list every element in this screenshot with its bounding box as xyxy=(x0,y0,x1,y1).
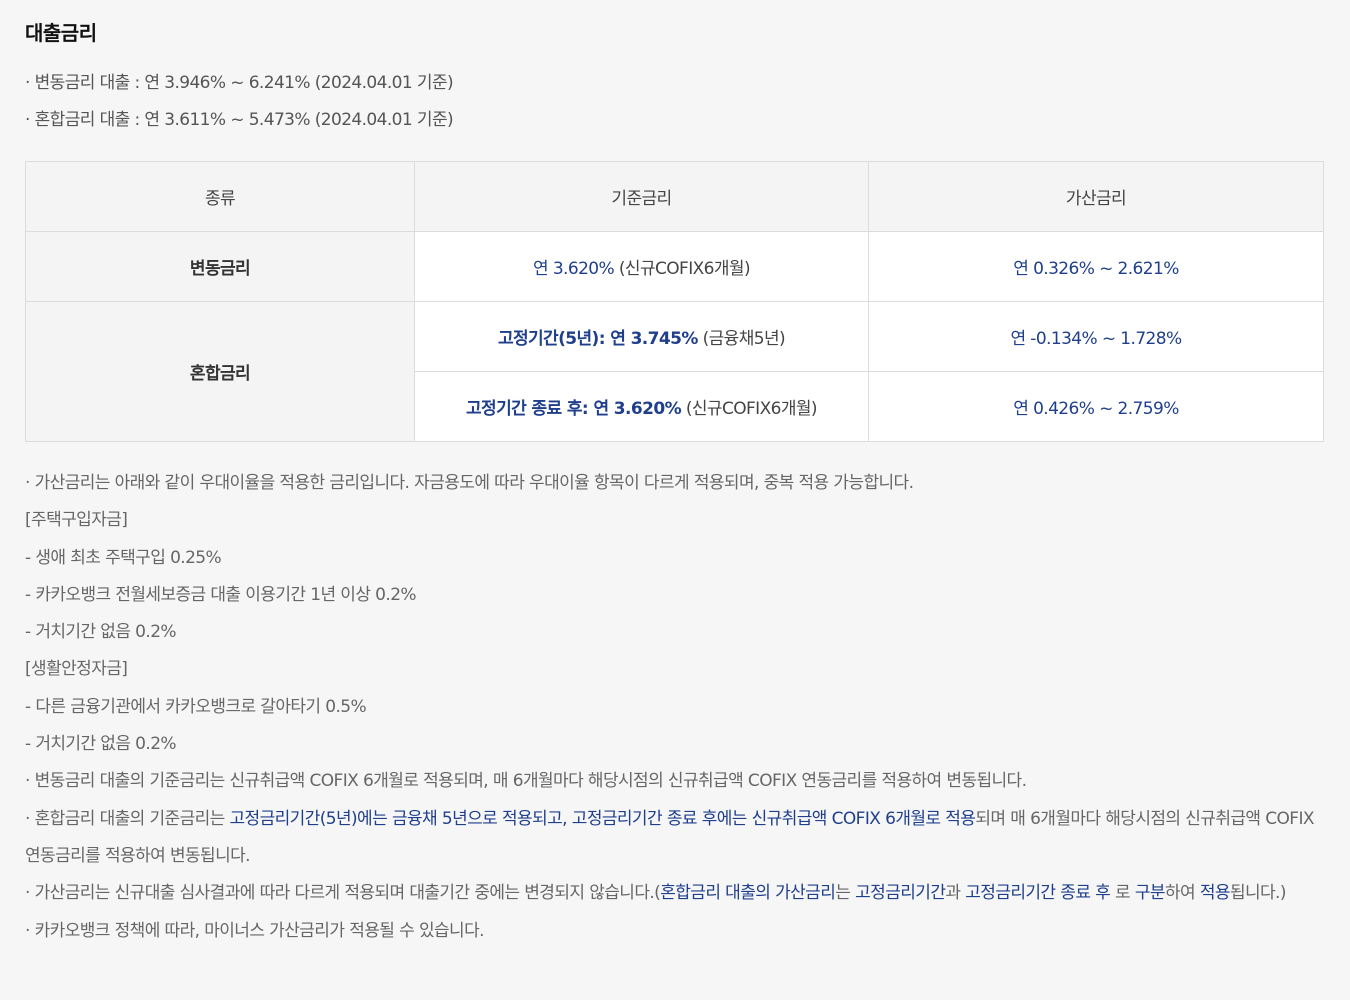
note-highlight: 구분 xyxy=(1134,883,1166,904)
mixed-after-note: (신규COFIX6개월) xyxy=(685,399,818,419)
summary-floating-rate: · 변동금리 대출 : 연 3.946% ~ 6.241% (2024.04.0… xyxy=(25,73,454,93)
row-label-mixed: 혼합금리 xyxy=(25,301,415,442)
mixed-after-rate: 고정기간 종료 후: 연 3.620% xyxy=(466,399,682,419)
note-living-item: - 거치기간 없음 0.2% xyxy=(25,734,177,755)
note-text: 됩니다.) xyxy=(1229,883,1287,904)
note-mixed-base-highlight: 고정금리기간(5년)에는 금융채 5년으로 적용되고, 고정금리기간 종료 후에… xyxy=(229,808,976,829)
floating-base-rate: 연 3.620% xyxy=(532,259,615,279)
note-living-header: [생활안정자금] xyxy=(25,659,128,680)
mixed-fixed-spread-cell: 연 -0.134% ~ 1.728% xyxy=(868,301,1324,372)
mixed-fixed-spread: 연 -0.134% ~ 1.728% xyxy=(1010,329,1182,349)
mixed-fixed-rate: 고정기간(5년): 연 3.745% xyxy=(497,329,698,349)
table-header-row: 종류 기준금리 가산금리 xyxy=(25,161,1324,232)
note-highlight: 적용 xyxy=(1199,883,1231,904)
note-spread-fixed: · 가산금리는 신규대출 심사결과에 따라 다르게 적용되며 대출기간 중에는 … xyxy=(25,875,1323,912)
rate-table: 종류 기준금리 가산금리 변동금리 연 3.620% (신규COFIX6개월) … xyxy=(25,161,1324,442)
floating-base-note: (신규COFIX6개월) xyxy=(618,259,751,279)
table-row-mixed-fixed: 혼합금리 고정기간(5년): 연 3.745% (금융채5년) 연 -0.134… xyxy=(25,301,1324,442)
note-housing-item: - 카카오뱅크 전월세보증금 대출 이용기간 1년 이상 0.2% xyxy=(25,584,417,605)
note-mixed-base: · 혼합금리 대출의 기준금리는 고정금리기간(5년)에는 금융채 5년으로 적… xyxy=(25,801,1323,876)
note-housing-item: - 생애 최초 주택구입 0.25% xyxy=(25,547,222,568)
note-highlight: 고정금리기간 xyxy=(855,883,946,904)
note-policy: · 카카오뱅크 정책에 따라, 마이너스 가산금리가 적용될 수 있습니다. xyxy=(25,920,485,941)
mixed-after-spread-cell: 연 0.426% ~ 2.759% xyxy=(868,371,1324,442)
note-text: 는 xyxy=(835,883,856,904)
floating-base-cell: 연 3.620% (신규COFIX6개월) xyxy=(414,231,869,302)
mixed-fixed-note: (금융채5년) xyxy=(702,329,786,349)
note-text: · 가산금리는 신규대출 심사결과에 따라 다르게 적용되며 대출기간 중에는 … xyxy=(25,883,661,904)
note-mixed-base-text: · 혼합금리 대출의 기준금리는 xyxy=(25,808,230,829)
floating-spread: 연 0.326% ~ 2.621% xyxy=(1013,259,1179,279)
section-title: 대출금리 xyxy=(25,21,97,45)
summary-mixed-rate: · 혼합금리 대출 : 연 3.611% ~ 5.473% (2024.04.0… xyxy=(25,110,454,130)
note-housing-header: [주택구입자금] xyxy=(25,510,128,531)
note-spread-intro: · 가산금리는 아래와 같이 우대이율을 적용한 금리입니다. 자금용도에 따라… xyxy=(25,473,914,493)
rate-summary-list: · 변동금리 대출 : 연 3.946% ~ 6.241% (2024.04.0… xyxy=(25,70,454,144)
note-text: 로 xyxy=(1110,883,1135,904)
note-text: 과 xyxy=(945,883,966,904)
floating-spread-cell: 연 0.326% ~ 2.621% xyxy=(868,231,1324,302)
note-highlight: 고정금리기간 종료 후 xyxy=(965,883,1111,904)
mixed-fixed-cell: 고정기간(5년): 연 3.745% (금융채5년) xyxy=(414,301,869,372)
note-text: 하여 xyxy=(1164,883,1200,904)
mixed-after-spread: 연 0.426% ~ 2.759% xyxy=(1013,399,1179,419)
note-highlight: 혼합금리 대출의 가산금리 xyxy=(660,883,836,904)
table-row-floating: 변동금리 연 3.620% (신규COFIX6개월) 연 0.326% ~ 2.… xyxy=(25,231,1324,302)
header-spread: 가산금리 xyxy=(868,161,1324,232)
note-living-item: - 다른 금융기관에서 카카오뱅크로 갈아타기 0.5% xyxy=(25,696,367,717)
note-housing-item: - 거치기간 없음 0.2% xyxy=(25,622,177,643)
mixed-after-cell: 고정기간 종료 후: 연 3.620% (신규COFIX6개월) xyxy=(414,371,869,442)
header-base-rate: 기준금리 xyxy=(414,161,869,232)
header-type: 종류 xyxy=(25,161,415,232)
note-floating-base: · 변동금리 대출의 기준금리는 신규취급액 COFIX 6개월로 적용되며, … xyxy=(25,771,1027,792)
row-label-floating: 변동금리 xyxy=(25,231,415,302)
notes-section: · 가산금리는 아래와 같이 우대이율을 적용한 금리입니다. 자금용도에 따라… xyxy=(25,465,1323,950)
